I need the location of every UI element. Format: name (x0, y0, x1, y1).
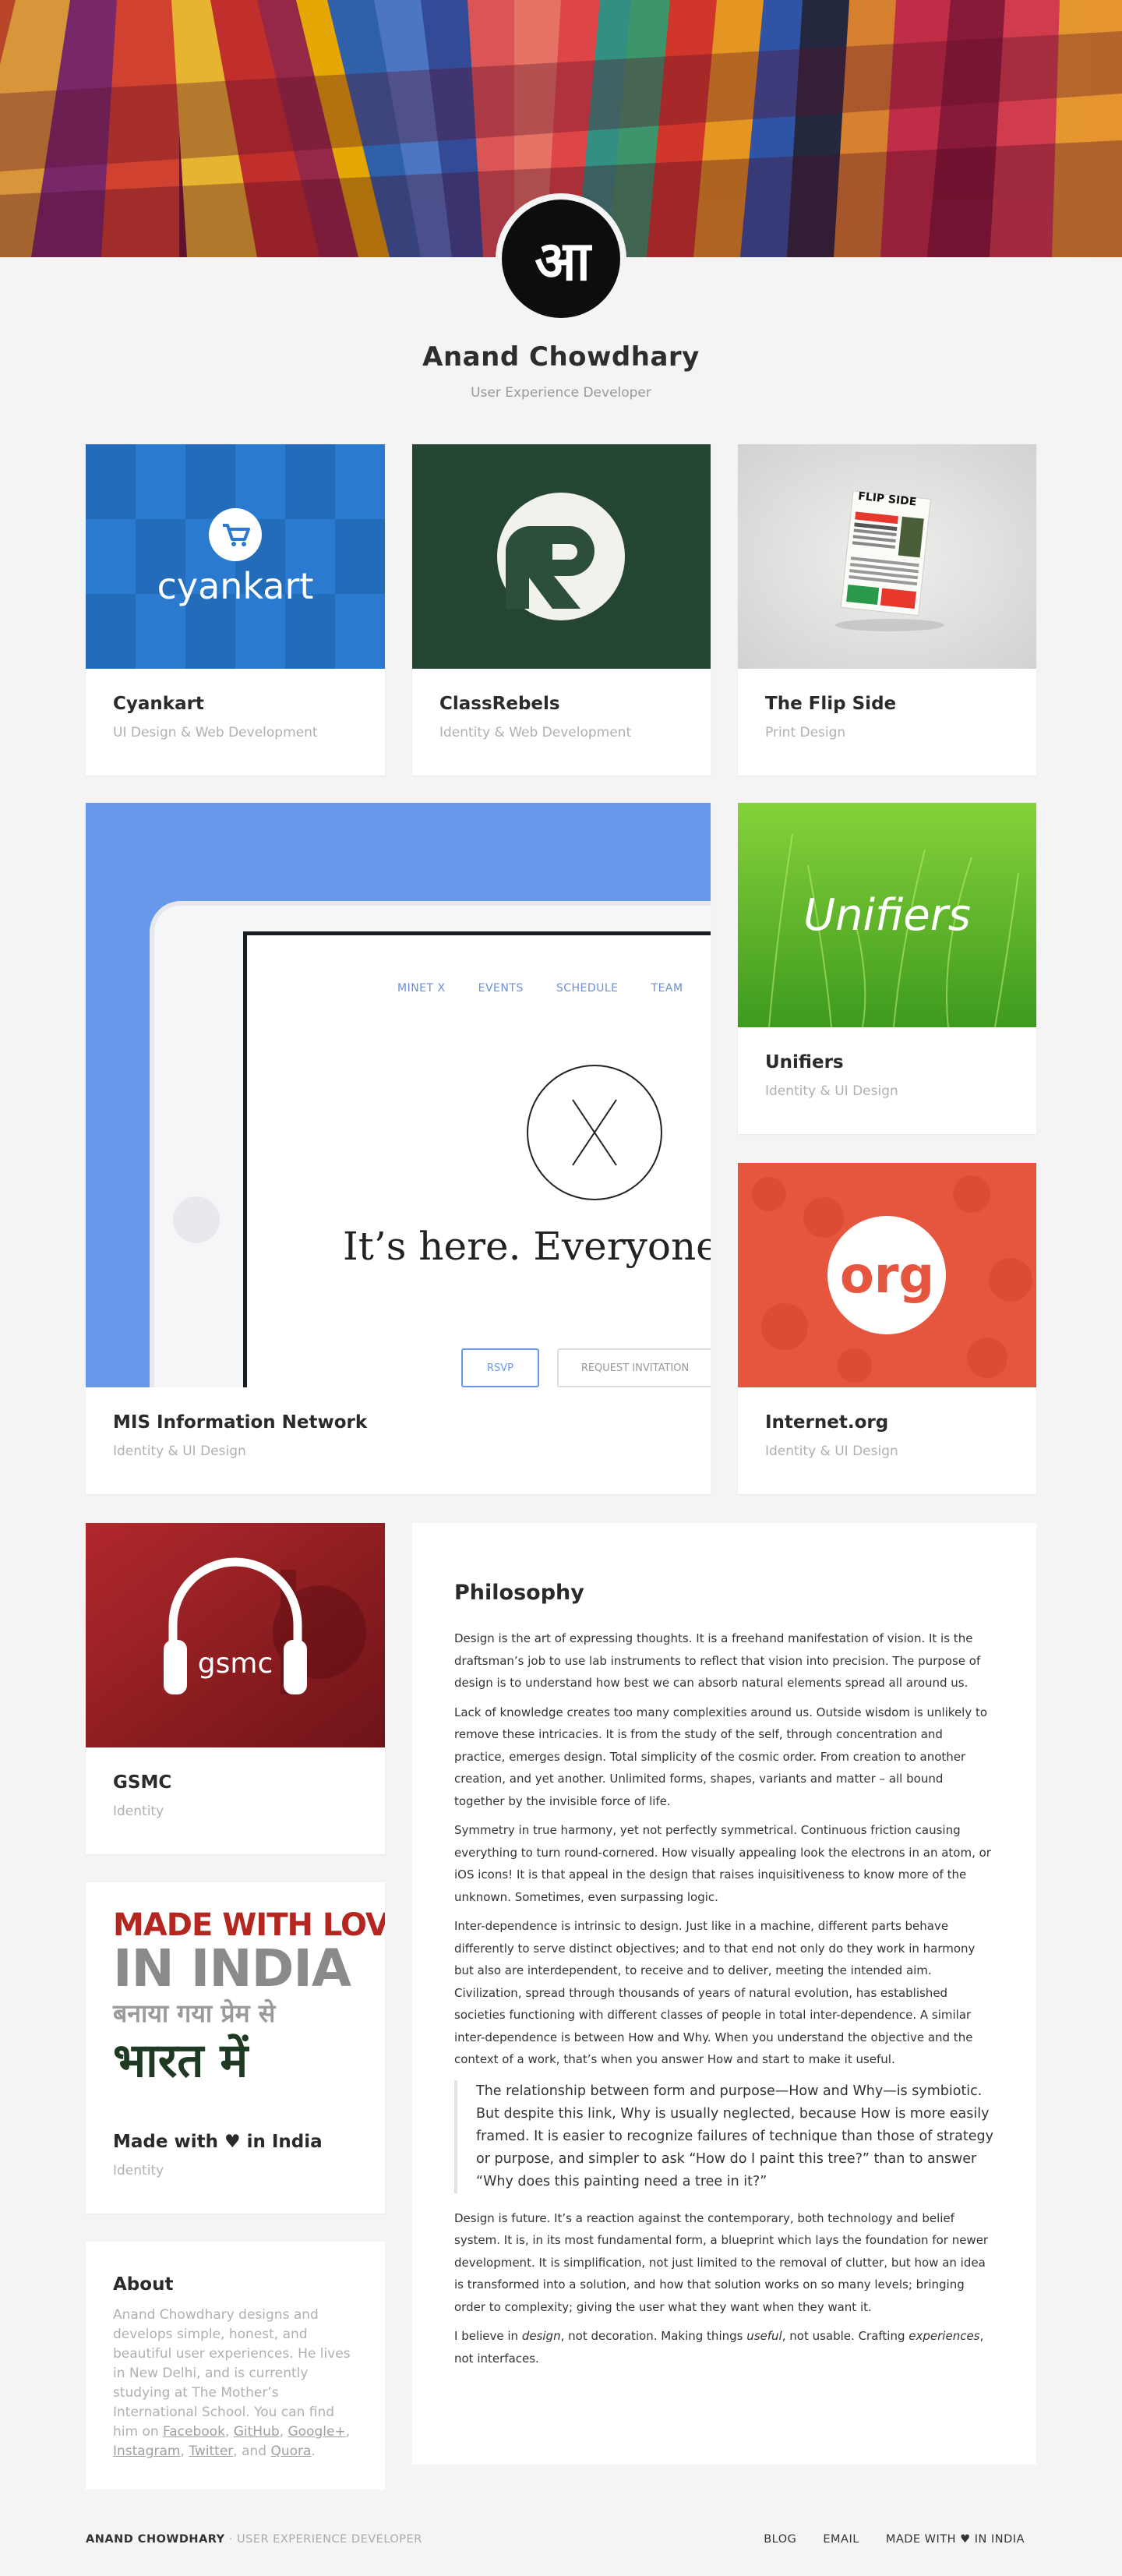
miil-line-2: IN INDIA (113, 1938, 351, 1998)
tablet-home-button (173, 1196, 220, 1243)
footer-separator: · (224, 2533, 237, 2546)
site-owner-role: User Experience Developer (471, 385, 651, 401)
cyankart-thumbnail: cyankart (86, 444, 385, 669)
miil-line-3: बनाया गया प्रेम से (113, 1998, 276, 2028)
project-card-internetorg[interactable]: org Internet.org Identity & UI Design (738, 1163, 1036, 1494)
footer-link-email[interactable]: EMAIL (823, 2533, 859, 2546)
project-card-made-in-india[interactable]: MADE WITH LOVE IN INDIA बनाया गया प्रेम … (86, 1882, 385, 2214)
project-category: Print Design (765, 725, 846, 740)
classrebels-thumbnail (412, 444, 711, 669)
footer-role: USER EXPERIENCE DEVELOPER (237, 2533, 422, 2546)
project-title: Unifiers (765, 1052, 844, 1072)
gsmc-wordmark: gsmc (197, 1648, 273, 1680)
logo-badge[interactable]: आ (496, 193, 626, 324)
philosophy-paragraph: Inter-dependence is intrinsic to design.… (454, 1919, 976, 2066)
project-category: Identity & Web Development (439, 725, 632, 740)
mis-nav-item: SCHEDULE (556, 982, 619, 995)
made-in-india-thumbnail: MADE WITH LOVE IN INDIA बनाया गया प्रेम … (86, 1882, 385, 2107)
project-card-cyankart[interactable]: cyankart Cyankart UI Design & Web Develo… (86, 444, 385, 776)
logo-mark: आ (502, 200, 620, 318)
github-link[interactable]: GitHub (234, 2424, 280, 2440)
project-title: Cyankart (113, 694, 204, 714)
footer-link-made-in-india[interactable]: MADE WITH ♥ IN INDIA (886, 2533, 1025, 2546)
closing-emphasis: design (521, 2329, 561, 2343)
philosophy-paragraph: Design is future. It’s a reaction agains… (454, 2210, 989, 2314)
project-title: MIS Information Network (113, 1412, 368, 1433)
separator: , (180, 2443, 189, 2459)
footer-link-blog[interactable]: BLOG (764, 2533, 796, 2546)
project-title: ClassRebels (439, 694, 560, 714)
cyankart-artwork (86, 444, 385, 669)
classrebels-artwork (412, 444, 711, 669)
closing-emphasis: experiences (909, 2329, 980, 2343)
mis-thumbnail: MINET X EVENTS SCHEDULE TEAM It’s here. … (86, 803, 711, 1387)
gsmc-artwork (86, 1523, 385, 1747)
philosophy-closing: I believe in design, not decoration. Mak… (454, 2325, 994, 2369)
project-card-gsmc[interactable]: gsmc GSMC Identity (86, 1523, 385, 1854)
mis-x-logo (527, 1065, 662, 1200)
site-owner-name: Anand Chowdhary (422, 341, 700, 373)
about-body: Anand Chowdhary designs and develops sim… (113, 2307, 351, 2440)
mis-nav-item: MINET X (397, 982, 446, 995)
philosophy-card: Philosophy Design is the art of expressi… (412, 1523, 1036, 2465)
miil-line-4: भारत में (113, 2034, 249, 2088)
closing-text: , not usable. Crafting (782, 2329, 909, 2343)
project-category: Identity & UI Design (765, 1083, 898, 1099)
unifiers-thumbnail: Unifiers (738, 803, 1036, 1027)
project-card-flipside[interactable]: FLIP SIDE The Flip Side Print Design (738, 444, 1036, 776)
project-card-unifiers[interactable]: Unifiers Unifiers Identity & UI Design (738, 803, 1036, 1134)
project-title: Internet.org (765, 1412, 889, 1433)
project-card-mis[interactable]: MINET X EVENTS SCHEDULE TEAM It’s here. … (86, 803, 711, 1494)
project-title: GSMC (113, 1772, 172, 1793)
separator: , (279, 2424, 288, 2440)
internetorg-thumbnail: org (738, 1163, 1036, 1387)
philosophy-paragraph: Lack of knowledge creates too many compl… (454, 1705, 988, 1808)
philosophy-paragraph: Symmetry in true harmony, yet not perfec… (454, 1823, 991, 1904)
project-card-classrebels[interactable]: ClassRebels Identity & Web Development (412, 444, 711, 776)
mis-rsvp-button: RSVP (461, 1348, 539, 1387)
flipside-artwork (738, 444, 1036, 669)
flipside-thumbnail: FLIP SIDE (738, 444, 1036, 669)
closing-text: I believe in (454, 2329, 522, 2343)
mis-invite-button: REQUEST INVITATION (557, 1348, 711, 1387)
project-title: Made with ♥ in India (113, 2132, 323, 2152)
about-text: Anand Chowdhary designs and develops sim… (113, 2306, 358, 2461)
project-category: UI Design & Web Development (113, 725, 318, 740)
gsmc-thumbnail: gsmc (86, 1523, 385, 1747)
facebook-link[interactable]: Facebook (163, 2424, 225, 2440)
mis-headline: It’s here. Everyone’s ta (343, 1224, 711, 1269)
unifiers-wordmark: Unifiers (803, 890, 971, 941)
project-category: Identity & UI Design (765, 1443, 898, 1459)
separator: . (311, 2443, 316, 2459)
footer-nav: BLOG EMAIL MADE WITH ♥ IN INDIA (764, 2533, 1025, 2546)
footer-name: ANAND CHOWDHARY (86, 2533, 225, 2546)
separator: , (345, 2424, 351, 2440)
philosophy-heading: Philosophy (454, 1581, 584, 1605)
instagram-link[interactable]: Instagram (113, 2443, 181, 2459)
mis-nav-item: EVENTS (478, 982, 524, 995)
site-footer: ANAND CHOWDHARY · USER EXPERIENCE DEVELO… (86, 2528, 1036, 2551)
project-category: Identity (113, 2163, 164, 2178)
about-heading: About (113, 2274, 174, 2295)
google-plus-link[interactable]: Google+ (288, 2424, 345, 2440)
project-category: Identity (113, 1804, 164, 1819)
separator: , (224, 2424, 234, 2440)
mis-nav-item: TEAM (651, 982, 683, 995)
twitter-link[interactable]: Twitter (189, 2443, 233, 2459)
internetorg-wordmark: org (839, 1247, 935, 1305)
separator: , and (233, 2443, 271, 2459)
philosophy-quote: The relationship between form and purpos… (454, 2080, 994, 2193)
about-card: About Anand Chowdhary designs and develo… (86, 2242, 385, 2489)
project-title: The Flip Side (765, 694, 897, 714)
project-category: Identity & UI Design (113, 1443, 246, 1459)
footer-credit: ANAND CHOWDHARY · USER EXPERIENCE DEVELO… (86, 2533, 422, 2546)
philosophy-paragraph: Design is the art of expressing thoughts… (454, 1631, 981, 1690)
cyankart-wordmark: cyankart (157, 565, 314, 607)
quora-link[interactable]: Quora (271, 2443, 312, 2459)
closing-text: , not decoration. Making things (560, 2329, 747, 2343)
mis-nav: MINET X EVENTS SCHEDULE TEAM (397, 982, 683, 995)
closing-emphasis: useful (746, 2329, 782, 2343)
